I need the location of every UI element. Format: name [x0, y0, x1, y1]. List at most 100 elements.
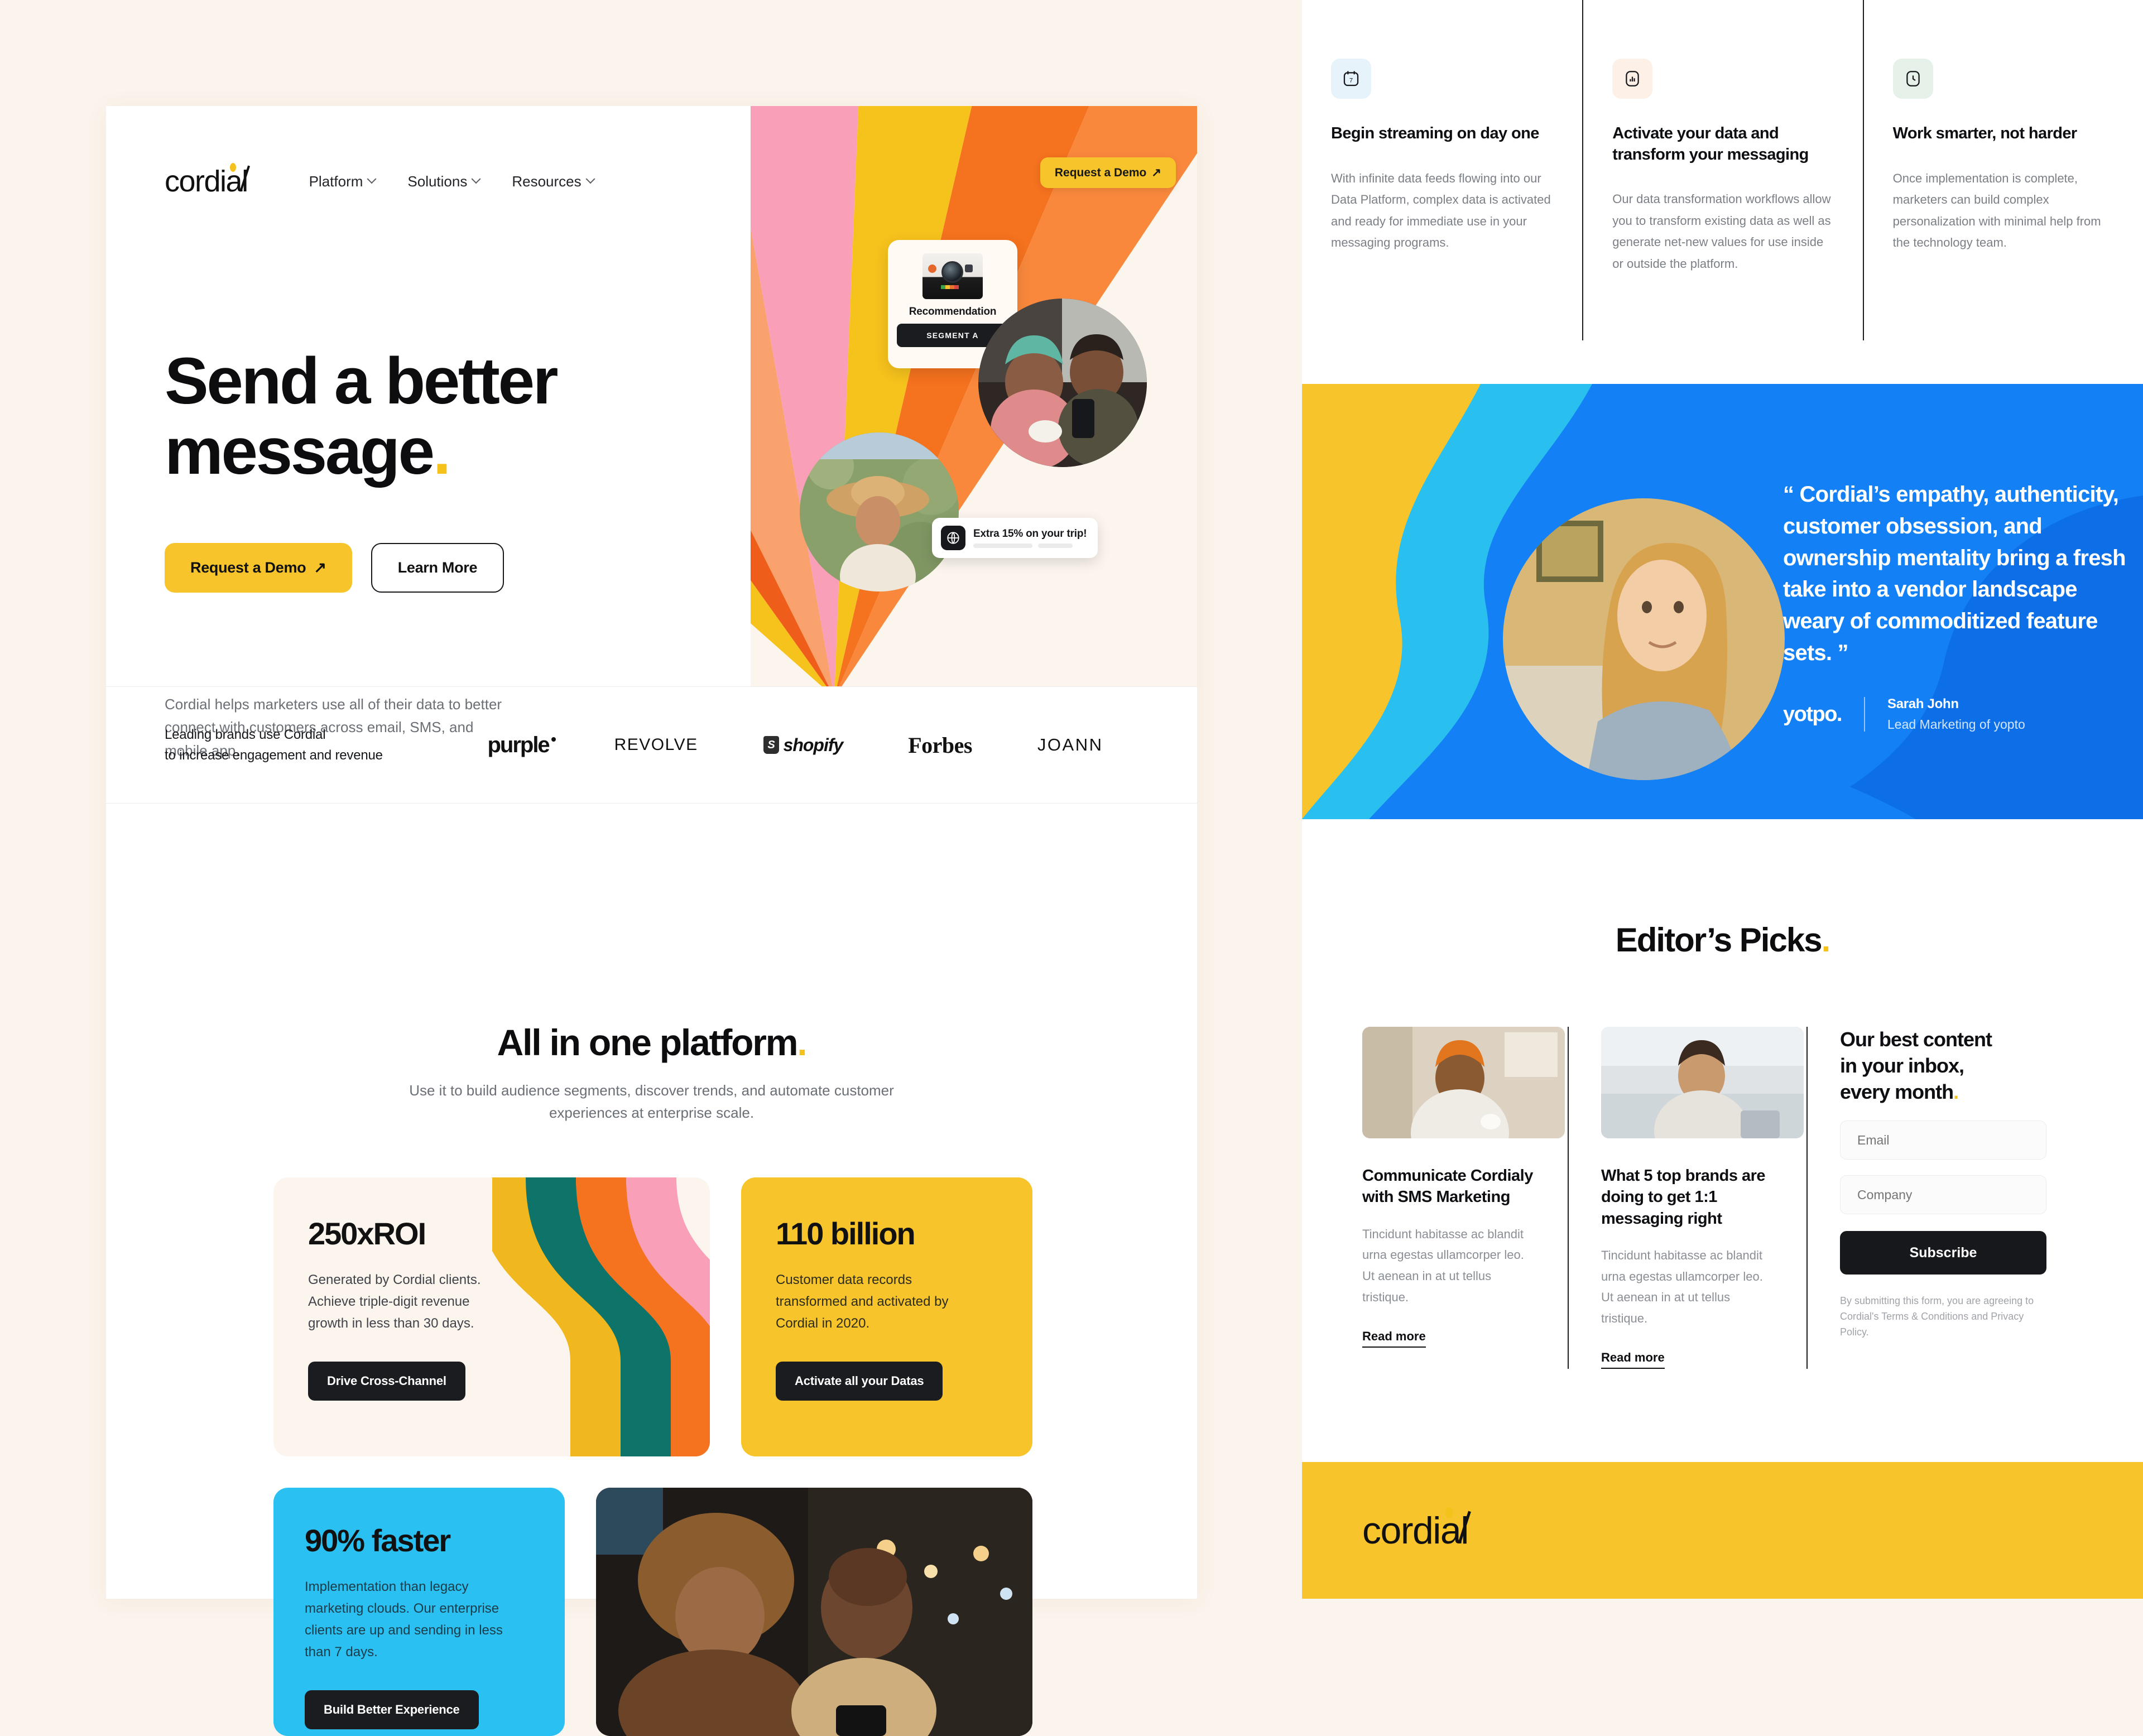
- newsletter-fineprint: By submitting this form, you are agreein…: [1840, 1295, 2034, 1338]
- stat-number: 250xROI: [308, 1216, 426, 1251]
- hero-title-period: .: [433, 415, 451, 489]
- feature-title: Work smarter, not harder: [1892, 124, 2078, 142]
- logo-forbes: Forbes: [908, 732, 972, 758]
- read-more-link[interactable]: Read more: [1362, 1329, 1426, 1348]
- brand-logos: purple REVOLVE shopify Forbes JOANN: [455, 732, 1197, 758]
- yotpo-logo: yotpo.: [1783, 702, 1842, 726]
- testimonial-attribution: yotpo. Sarah John Lead Marketing of yopt…: [1783, 696, 2025, 732]
- article-excerpt: Tincidunt habitasse ac blandit urna eges…: [1601, 1248, 1763, 1326]
- photo-woman-hat: [800, 432, 959, 592]
- feature-description: Our data transformation workflows allow …: [1612, 192, 1831, 271]
- testimonial-role: Lead Marketing of yopto: [1887, 717, 2025, 732]
- logo-dot-icon: [229, 163, 236, 172]
- left-panel: cordial Platform Solutions Resources Sen…: [0, 0, 1302, 1736]
- editors-picks-heading: Editor’s Picks.: [1302, 921, 2143, 959]
- svg-text:7: 7: [1349, 77, 1353, 84]
- learn-more-button[interactable]: Learn More: [371, 542, 504, 593]
- hero-illustration: Request a Demo ↗ Recommendation SEGMENT …: [751, 106, 1197, 686]
- stat-card-faster: 90% faster Implementation than legacy ma…: [273, 1488, 565, 1736]
- brand-lead-line2: to increase engagement and revenue: [165, 748, 383, 763]
- hero-photo-traveler: [800, 432, 959, 592]
- picks-heading-text: Editor’s Picks: [1615, 921, 1823, 959]
- platform-heading: All in one platform.: [106, 1021, 1197, 1064]
- chevron-down-icon: [585, 174, 595, 184]
- arrow-up-right-icon: ↗: [1151, 166, 1161, 179]
- footer-cordial-logo[interactable]: cordial: [1362, 1507, 1471, 1552]
- hero-title-line1: Send a better: [165, 344, 559, 418]
- stat-card-body: 110 billion Customer data records transf…: [741, 1177, 1032, 1439]
- feature-column-activate: Activate your data and transform your me…: [1582, 0, 1862, 340]
- company-field[interactable]: [1840, 1175, 2046, 1215]
- clock-icon: [1892, 59, 1933, 99]
- stat-card-records: 110 billion Customer data records transf…: [741, 1177, 1032, 1456]
- trip-offer-text: Extra 15% on your trip!: [973, 528, 1087, 540]
- nav-label: Resources: [512, 172, 582, 190]
- footer: cordial: [1302, 1462, 2143, 1599]
- logo-dot-icon: [1445, 1507, 1453, 1518]
- stat-card-body: 90% faster Implementation than legacy ma…: [273, 1488, 565, 1736]
- shopify-bag-icon: [763, 736, 779, 754]
- calendar-icon: 7: [1331, 59, 1371, 99]
- build-better-experience-button[interactable]: Build Better Experience: [305, 1690, 479, 1729]
- placeholder-bars: [973, 544, 1087, 548]
- hero-cta-group: Request a Demo ↗ Learn More: [165, 542, 723, 593]
- article-card-brands: What 5 top brands are doing to get 1:1 m…: [1568, 1027, 1806, 1369]
- article-title: Communicate Cordialy with SMS Marketing: [1362, 1167, 1533, 1206]
- request-demo-button[interactable]: Request a Demo ↗: [165, 542, 352, 593]
- platform-photo-card: [596, 1488, 1032, 1736]
- stat-card-row-1: 250xROI Generated by Cordial clients. Ac…: [273, 1177, 1032, 1456]
- subscribe-button[interactable]: Subscribe: [1840, 1231, 2046, 1275]
- activate-data-button[interactable]: Activate all your Datas: [776, 1361, 943, 1401]
- bar-chart-icon: [1612, 59, 1653, 99]
- email-field[interactable]: [1840, 1121, 2046, 1160]
- testimonial-author: Sarah John: [1887, 696, 1959, 711]
- platform-heading-period: .: [797, 1022, 807, 1063]
- article-thumbnail: [1601, 1027, 1804, 1138]
- recommendation-label: Recommendation: [909, 306, 997, 318]
- nav-links: Platform Solutions Resources: [309, 172, 595, 190]
- feature-description: Once implementation is complete, markete…: [1892, 171, 2101, 250]
- brand-lead-line1: Leading brands use Cordial: [165, 727, 326, 742]
- shopify-wordmark: shopify: [783, 734, 844, 755]
- hero-card: cordial Platform Solutions Resources Sen…: [106, 106, 1197, 1736]
- photo-two-women-phone: [596, 1488, 1032, 1736]
- nav-item-solutions[interactable]: Solutions: [407, 173, 481, 190]
- camera-shutter-icon: [928, 265, 936, 273]
- read-more-link[interactable]: Read more: [1601, 1350, 1665, 1369]
- request-demo-label: Request a Demo: [190, 559, 306, 576]
- newsletter-heading-period: .: [1953, 1080, 1959, 1103]
- chevron-down-icon: [367, 174, 377, 184]
- camera-rainbow-stripe: [941, 285, 959, 289]
- logo-joann: JOANN: [1037, 735, 1103, 754]
- brand-bar-lead: Leading brands use Cordial to increase e…: [165, 724, 455, 766]
- hero-title-line2: message: [165, 415, 435, 489]
- drive-cross-channel-button[interactable]: Drive Cross-Channel: [308, 1361, 465, 1401]
- newsletter-heading-line2: in your inbox,: [1840, 1054, 1964, 1077]
- floating-request-demo-badge[interactable]: Request a Demo ↗: [1040, 157, 1176, 188]
- cordial-logo[interactable]: cordial: [165, 163, 250, 199]
- chevron-down-icon: [471, 174, 481, 184]
- nav-item-platform[interactable]: Platform: [309, 173, 377, 190]
- article-card-sms: Communicate Cordialy with SMS Marketing …: [1302, 1027, 1568, 1369]
- stat-card-row-2: 90% faster Implementation than legacy ma…: [273, 1488, 1032, 1736]
- logo-shopify: shopify: [763, 735, 843, 756]
- stat-number: 90% faster: [305, 1523, 451, 1558]
- stat-description: Generated by Cordial clients. Achieve tr…: [308, 1272, 481, 1331]
- top-navigation: cordial Platform Solutions Resources: [106, 106, 751, 257]
- platform-heading-text: All in one platform: [497, 1022, 799, 1063]
- testimonial-avatar: [1503, 498, 1785, 780]
- trip-offer-notification: Extra 15% on your trip!: [932, 518, 1098, 558]
- newsletter-heading-line3: every month: [1840, 1080, 1954, 1103]
- photo-man-coffee: [1362, 1027, 1565, 1138]
- feature-columns: 7 Begin streaming on day one With infini…: [1302, 0, 2143, 340]
- article-excerpt: Tincidunt habitasse ac blandit urna eges…: [1362, 1227, 1524, 1305]
- hero-photo-friends: [978, 299, 1147, 467]
- stat-card-body: 250xROI Generated by Cordial clients. Ac…: [273, 1177, 710, 1439]
- brand-logo-bar: Leading brands use Cordial to increase e…: [106, 686, 1197, 804]
- photo-woman-store: [1601, 1027, 1804, 1138]
- nav-item-resources[interactable]: Resources: [512, 172, 595, 190]
- stat-description: Implementation than legacy marketing clo…: [305, 1579, 503, 1660]
- newsletter-heading: Our best content in your inbox, every mo…: [1840, 1027, 2046, 1105]
- logo-revolve: REVOLVE: [614, 735, 698, 754]
- feature-column-smarter: Work smarter, not harder Once implementa…: [1862, 0, 2143, 340]
